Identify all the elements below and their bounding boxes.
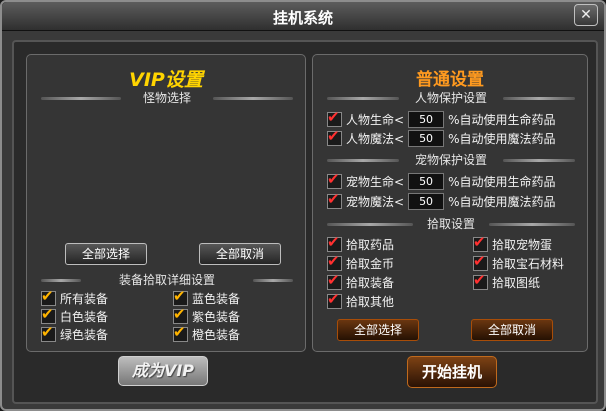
equip-green-checkbox[interactable]: ✔ 绿色装备 xyxy=(41,323,109,343)
pet-hp-input[interactable]: 50 xyxy=(408,173,445,190)
checkbox-box[interactable]: ✔ xyxy=(473,252,488,271)
checkbox-box[interactable]: ✔ xyxy=(473,271,488,290)
checkmark-icon: ✔ xyxy=(473,271,486,289)
pet-mp-input[interactable]: 50 xyxy=(408,193,445,210)
checkbox-label: 绿色装备 xyxy=(60,328,109,342)
checkbox-box[interactable]: ✔ xyxy=(327,127,342,146)
window: 挂机系统 ✕ VIP设置 怪物选择 全部选择 全部取消 装备拾取详细设置 ✔ 所有… xyxy=(0,0,606,411)
pet-hp-row[interactable]: ✔ 宠物生命< 50 %自动使用生命药品 xyxy=(327,170,556,190)
pet-section-header: 宠物保护设置 xyxy=(327,151,575,167)
checkbox-label: 拾取药品 xyxy=(346,238,395,252)
pet-mp-row[interactable]: ✔ 宠物魔法< 50 %自动使用魔法药品 xyxy=(327,190,556,210)
checkbox-box[interactable]: ✔ xyxy=(327,108,342,127)
checkbox-box[interactable]: ✔ xyxy=(473,233,488,252)
char-hp-input[interactable]: 50 xyxy=(408,111,445,128)
checkbox-label: 拾取宠物蛋 xyxy=(492,238,553,252)
checkmark-icon: ✔ xyxy=(41,287,54,305)
checkmark-icon: ✔ xyxy=(327,127,340,145)
checkbox-box[interactable]: ✔ xyxy=(41,323,56,342)
become-vip-button[interactable]: 成为VIP xyxy=(118,356,208,386)
checkbox-label: 蓝色装备 xyxy=(192,292,241,306)
pet-mp-label: 宠物魔法< xyxy=(346,195,405,209)
equip-section-header: 装备拾取详细设置 xyxy=(41,271,293,287)
close-icon: ✕ xyxy=(580,7,592,23)
checkbox-label: 所有装备 xyxy=(60,292,109,306)
checkbox-label: 紫色装备 xyxy=(192,310,241,324)
pickup-gold-checkbox[interactable]: ✔ 拾取金币 xyxy=(327,252,395,272)
equip-orange-checkbox[interactable]: ✔ 橙色装备 xyxy=(173,323,241,343)
pickup-pet-egg-checkbox[interactable]: ✔ 拾取宠物蛋 xyxy=(473,233,553,253)
checkbox-box[interactable]: ✔ xyxy=(173,323,188,342)
vip-select-all-button[interactable]: 全部选择 xyxy=(65,243,147,265)
pet-mp-suffix: %自动使用魔法药品 xyxy=(448,195,556,209)
char-mp-row[interactable]: ✔ 人物魔法< 50 %自动使用魔法药品 xyxy=(327,127,556,147)
checkbox-box[interactable]: ✔ xyxy=(327,233,342,252)
checkmark-icon: ✔ xyxy=(173,287,186,305)
char-section-header: 人物保护设置 xyxy=(327,89,575,105)
checkmark-icon: ✔ xyxy=(327,233,340,251)
checkbox-box[interactable]: ✔ xyxy=(327,252,342,271)
checkmark-icon: ✔ xyxy=(41,305,54,323)
checkmark-icon: ✔ xyxy=(41,323,54,341)
window-title: 挂机系统 xyxy=(272,9,333,27)
checkmark-icon: ✔ xyxy=(327,271,340,289)
checkmark-icon: ✔ xyxy=(327,290,340,308)
char-hp-label: 人物生命< xyxy=(346,113,405,127)
checkbox-label: 白色装备 xyxy=(60,310,109,324)
pickup-other-checkbox[interactable]: ✔ 拾取其他 xyxy=(327,290,395,310)
checkmark-icon: ✔ xyxy=(327,108,340,126)
char-mp-input[interactable]: 50 xyxy=(408,130,445,147)
checkbox-label: 拾取装备 xyxy=(346,276,395,290)
close-button[interactable]: ✕ xyxy=(574,4,598,26)
checkmark-icon: ✔ xyxy=(327,190,340,208)
checkbox-label: 拾取其他 xyxy=(346,295,395,309)
checkmark-icon: ✔ xyxy=(473,252,486,270)
pet-hp-label: 宠物生命< xyxy=(346,175,405,189)
checkbox-label: 拾取图纸 xyxy=(492,276,541,290)
pickup-gem-checkbox[interactable]: ✔ 拾取宝石材料 xyxy=(473,252,565,272)
checkbox-label: 拾取金币 xyxy=(346,257,395,271)
checkbox-box[interactable]: ✔ xyxy=(173,305,188,324)
char-mp-suffix: %自动使用魔法药品 xyxy=(448,132,556,146)
checkbox-label: 橙色装备 xyxy=(192,328,241,342)
checkbox-box[interactable]: ✔ xyxy=(327,290,342,309)
pickup-equip-checkbox[interactable]: ✔ 拾取装备 xyxy=(327,271,395,291)
checkmark-icon: ✔ xyxy=(473,233,486,251)
checkbox-box[interactable]: ✔ xyxy=(327,170,342,189)
monster-section-header: 怪物选择 xyxy=(41,89,293,105)
pet-hp-suffix: %自动使用生命药品 xyxy=(448,175,556,189)
normal-select-all-button[interactable]: 全部选择 xyxy=(337,319,419,341)
checkmark-icon: ✔ xyxy=(173,323,186,341)
normal-panel: 普通设置 人物保护设置 ✔ 人物生命< 50 %自动使用生命药品 ✔ 人物魔法< 50 %自… xyxy=(312,54,588,352)
char-hp-row[interactable]: ✔ 人物生命< 50 %自动使用生命药品 xyxy=(327,108,556,128)
vip-title: VIP设置 xyxy=(129,69,203,91)
checkbox-box[interactable]: ✔ xyxy=(327,190,342,209)
normal-cancel-all-button[interactable]: 全部取消 xyxy=(471,319,553,341)
pickup-blueprint-checkbox[interactable]: ✔ 拾取图纸 xyxy=(473,271,541,291)
start-afk-button[interactable]: 开始挂机 xyxy=(407,356,497,388)
title-bar: 挂机系统 ✕ xyxy=(2,2,604,31)
char-mp-label: 人物魔法< xyxy=(346,132,405,146)
pickup-potion-checkbox[interactable]: ✔ 拾取药品 xyxy=(327,233,395,253)
vip-panel: VIP设置 怪物选择 全部选择 全部取消 装备拾取详细设置 ✔ 所有装备 ✔ 蓝色装… xyxy=(26,54,306,352)
checkmark-icon: ✔ xyxy=(327,252,340,270)
char-hp-suffix: %自动使用生命药品 xyxy=(448,113,556,127)
checkbox-label: 拾取宝石材料 xyxy=(492,257,565,271)
checkbox-box[interactable]: ✔ xyxy=(327,271,342,290)
vip-cancel-all-button[interactable]: 全部取消 xyxy=(199,243,281,265)
pickup-section-header: 拾取设置 xyxy=(327,215,575,231)
checkbox-box[interactable]: ✔ xyxy=(41,305,56,324)
checkmark-icon: ✔ xyxy=(173,305,186,323)
checkbox-box[interactable]: ✔ xyxy=(41,287,56,306)
normal-title: 普通设置 xyxy=(416,70,484,90)
checkmark-icon: ✔ xyxy=(327,170,340,188)
checkbox-box[interactable]: ✔ xyxy=(173,287,188,306)
